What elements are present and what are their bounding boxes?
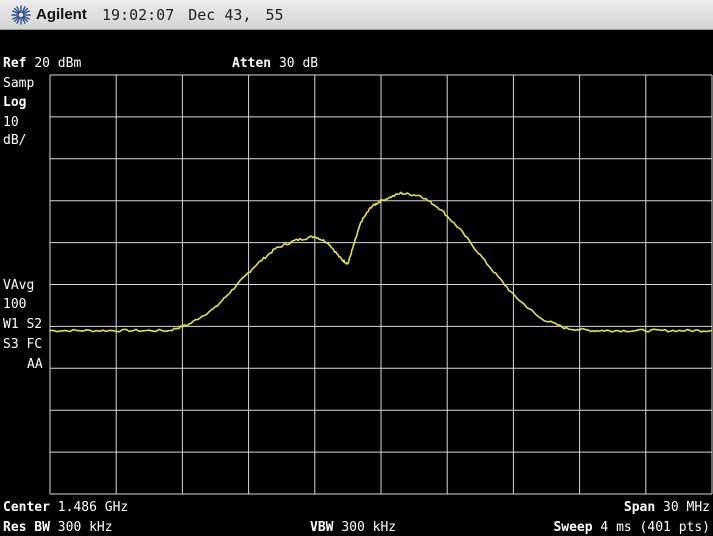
vbw-value: 300 kHz: [341, 520, 397, 535]
spectrum-display: [49, 74, 713, 495]
center-value: 1.486 GHz: [57, 500, 129, 515]
graticule: [49, 74, 713, 495]
vbw-label: VBW: [310, 520, 334, 535]
sweep-label: Sweep: [553, 520, 593, 535]
sweep-value: 4 ms (401 pts): [600, 520, 710, 535]
span-readout: Span 30 MHz: [624, 500, 710, 515]
vbw-readout: VBW 300 kHz: [310, 520, 396, 535]
span-label: Span: [623, 500, 656, 515]
center-frequency-readout: Center 1.486 GHz: [3, 500, 128, 515]
span-value: 30 MHz: [663, 500, 710, 515]
rbw-readout: Res BW 300 kHz: [3, 520, 113, 535]
rbw-value: 300 kHz: [57, 520, 113, 535]
sweep-readout: Sweep 4 ms (401 pts): [553, 520, 710, 535]
center-label: Center: [3, 500, 50, 515]
rbw-label: Res BW: [3, 520, 50, 535]
